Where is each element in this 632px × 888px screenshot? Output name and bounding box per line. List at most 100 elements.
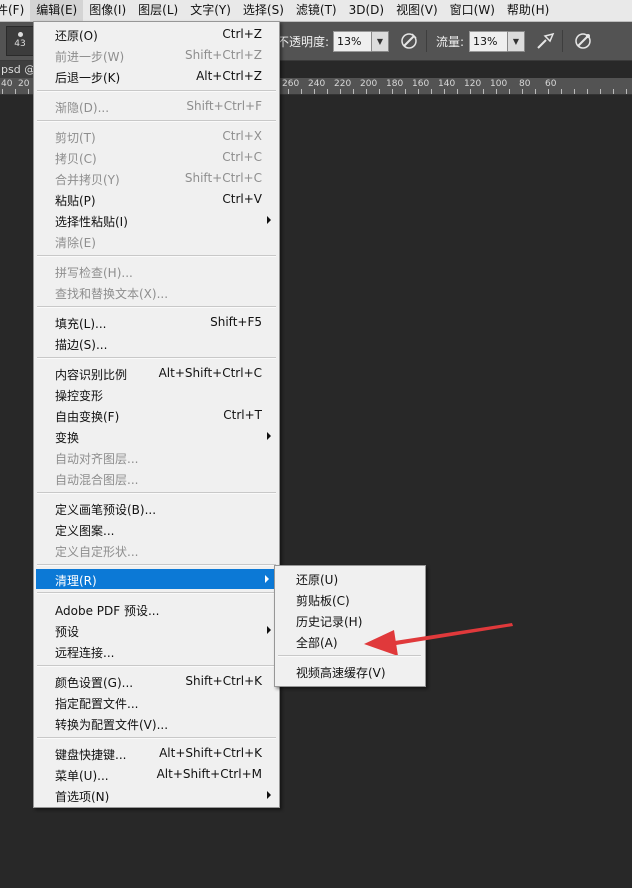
submenu-item-purge-video-cache[interactable]: 视频高速缓存(V) <box>275 661 425 681</box>
menu-item-copy-merged[interactable]: 合并拷贝(Y) Shift+Ctrl+C <box>34 168 279 188</box>
menu-item-convert-to-profile[interactable]: 转换为配置文件(V)... <box>34 713 279 733</box>
menu-item-label: 填充(L)... <box>55 317 107 331</box>
menu-item-transform[interactable]: 变换 <box>34 426 279 446</box>
menu-item-purge[interactable]: 清理(R) <box>36 569 277 589</box>
ruler-label: 120 <box>464 79 482 89</box>
menu-item-fade[interactable]: 渐隐(D)... Shift+Ctrl+F <box>34 96 279 116</box>
menu-select[interactable]: 选择(S) <box>237 0 290 21</box>
menu-item-label: 自动混合图层... <box>55 473 139 487</box>
menu-item-label: 内容识别比例 <box>55 368 128 382</box>
menu-image[interactable]: 图像(I) <box>83 0 132 21</box>
menu-item-adobe-pdf-presets[interactable]: Adobe PDF 预设... <box>34 599 279 619</box>
menu-item-fill[interactable]: 填充(L)... Shift+F5 <box>34 312 279 332</box>
annotation-arrow-icon <box>364 623 513 655</box>
menu-item-label: 键盘快捷键... <box>55 748 127 762</box>
menu-item-auto-align-layers[interactable]: 自动对齐图层... <box>34 447 279 467</box>
menu-separator <box>37 564 276 566</box>
options-separator <box>426 30 427 52</box>
menu-item-clear[interactable]: 清除(E) <box>34 231 279 251</box>
tablet-pressure-icon[interactable] <box>572 30 594 52</box>
submenu-arrow-icon <box>267 216 271 224</box>
menu-item-label: 自由变换(F) <box>55 410 120 424</box>
menu-item-free-transform[interactable]: 自由变换(F) Ctrl+T <box>34 405 279 425</box>
menu-item-paste[interactable]: 粘贴(P) Ctrl+V <box>34 189 279 209</box>
menu-item-check-spelling[interactable]: 拼写检查(H)... <box>34 261 279 281</box>
flow-input[interactable]: 13% <box>469 31 508 52</box>
opacity-dropdown-button[interactable]: ▼ <box>371 31 389 52</box>
menu-item-puppet-warp[interactable]: 操控变形 <box>34 384 279 404</box>
ruler-tick <box>444 89 445 94</box>
pen-pressure-icon[interactable] <box>398 30 420 52</box>
menu-3d[interactable]: 3D(D) <box>343 0 390 21</box>
ruler-label: 20 <box>18 79 30 89</box>
menu-item-label: 拼写检查(H)... <box>55 266 133 280</box>
ruler-tick <box>15 89 16 94</box>
ruler-tick <box>522 89 523 94</box>
menu-separator <box>37 357 276 359</box>
menu-item-shortcut: Ctrl+T <box>223 408 262 422</box>
menu-item-define-pattern[interactable]: 定义图案... <box>34 519 279 539</box>
menu-item-label: 查找和替换文本(X)... <box>55 287 169 301</box>
ruler-tick <box>2 89 3 94</box>
menu-window[interactable]: 窗口(W) <box>444 0 501 21</box>
menu-item-cut[interactable]: 剪切(T) Ctrl+X <box>34 126 279 146</box>
ruler-tick <box>457 89 458 94</box>
menu-item-preferences[interactable]: 首选项(N) <box>34 785 279 805</box>
menu-layer[interactable]: 图层(L) <box>132 0 184 21</box>
menu-separator <box>37 90 276 92</box>
menu-help[interactable]: 帮助(H) <box>501 0 555 21</box>
menu-item-assign-profile[interactable]: 指定配置文件... <box>34 692 279 712</box>
menu-item-step-forward[interactable]: 前进一步(W) Shift+Ctrl+Z <box>34 45 279 65</box>
submenu-item-purge-undo[interactable]: 还原(U) <box>275 568 425 588</box>
menu-item-content-aware-scale[interactable]: 内容识别比例 Alt+Shift+Ctrl+C <box>34 363 279 383</box>
ruler-tick <box>496 89 497 94</box>
menu-separator <box>37 492 276 494</box>
menu-item-step-backward[interactable]: 后退一步(K) Alt+Ctrl+Z <box>34 66 279 86</box>
menu-type[interactable]: 文字(Y) <box>184 0 237 21</box>
menu-item-label: 操控变形 <box>55 389 104 403</box>
menu-item-label: 定义图案... <box>55 524 115 538</box>
menu-item-remote-connections[interactable]: 远程连接... <box>34 641 279 661</box>
menu-view[interactable]: 视图(V) <box>390 0 444 21</box>
menu-item-copy[interactable]: 拷贝(C) Ctrl+C <box>34 147 279 167</box>
airbrush-icon[interactable] <box>534 30 556 52</box>
menu-edit[interactable]: 编辑(E) <box>30 0 84 21</box>
ruler-label: 200 <box>360 79 378 89</box>
ruler-tick <box>548 89 549 94</box>
menu-item-label: Adobe PDF 预设... <box>55 604 160 618</box>
opacity-input[interactable]: 13% <box>333 31 372 52</box>
menu-item-paste-special[interactable]: 选择性粘贴(I) <box>34 210 279 230</box>
menu-item-define-custom-shape[interactable]: 定义自定形状... <box>34 540 279 560</box>
submenu-item-purge-clipboard[interactable]: 剪贴板(C) <box>275 589 425 609</box>
menu-separator <box>37 592 276 594</box>
menu-file[interactable]: 件(F) <box>0 0 30 21</box>
menu-item-presets[interactable]: 预设 <box>34 620 279 640</box>
menu-separator <box>37 665 276 667</box>
menu-item-keyboard-shortcuts[interactable]: 键盘快捷键... Alt+Shift+Ctrl+K <box>34 743 279 763</box>
menu-bar: 件(F) 编辑(E) 图像(I) 图层(L) 文字(Y) 选择(S) 滤镜(T)… <box>0 0 632 22</box>
menu-item-define-brush-preset[interactable]: 定义画笔预设(B)... <box>34 498 279 518</box>
menu-item-stroke[interactable]: 描边(S)... <box>34 333 279 353</box>
menu-item-label: 变换 <box>55 431 80 445</box>
ruler-tick <box>418 89 419 94</box>
menu-item-shortcut: Shift+F5 <box>210 315 262 329</box>
menu-filter[interactable]: 滤镜(T) <box>290 0 343 21</box>
menu-item-menus[interactable]: 菜单(U)... Alt+Shift+Ctrl+M <box>34 764 279 784</box>
flow-dropdown-button[interactable]: ▼ <box>507 31 525 52</box>
menu-item-label: 还原(O) <box>55 29 98 43</box>
menu-item-auto-blend-layers[interactable]: 自动混合图层... <box>34 468 279 488</box>
ruler-tick <box>431 89 432 94</box>
menu-item-shortcut: Shift+Ctrl+K <box>185 674 262 688</box>
menu-item-color-settings[interactable]: 颜色设置(G)... Shift+Ctrl+K <box>34 671 279 691</box>
brush-size-value: 43 <box>14 39 26 49</box>
ruler-tick <box>340 89 341 94</box>
ruler-tick <box>509 89 510 94</box>
menu-item-find-replace[interactable]: 查找和替换文本(X)... <box>34 282 279 302</box>
menu-item-label: 定义自定形状... <box>55 545 139 559</box>
ruler-label: 220 <box>334 79 352 89</box>
brush-preset-picker[interactable]: 43 <box>6 26 34 56</box>
flow-label: 流量: <box>436 35 465 49</box>
menu-item-undo[interactable]: 还原(O) Ctrl+Z <box>34 24 279 44</box>
menu-item-label: 指定配置文件... <box>55 697 139 711</box>
ruler-tick <box>288 89 289 94</box>
